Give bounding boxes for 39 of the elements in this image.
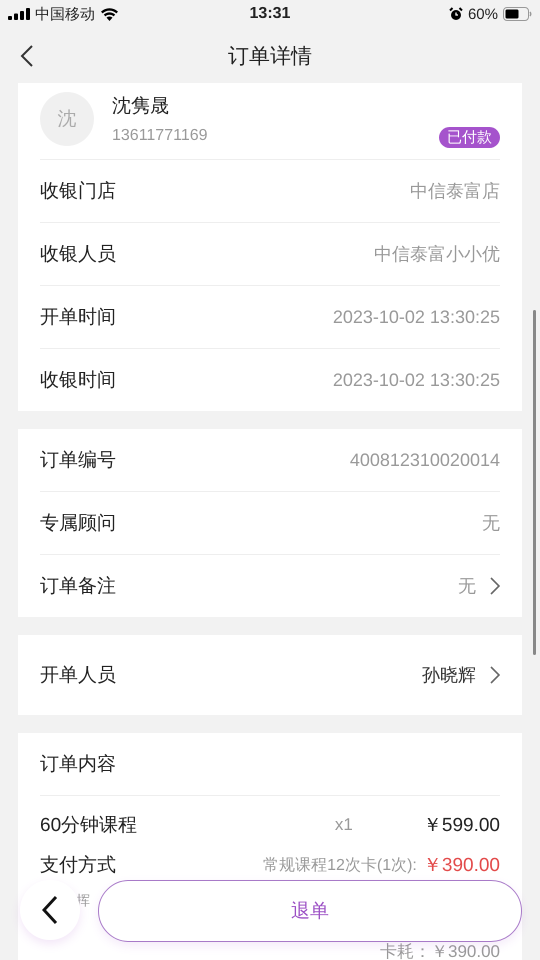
page-title: 订单详情 (228, 44, 312, 70)
avatar: 沈 (40, 92, 94, 146)
wifi-icon (100, 7, 119, 21)
payment-method: 常规课程12次卡(1次): (263, 856, 417, 876)
row-value: 无 (458, 575, 476, 598)
carrier-name: 中国移动 (35, 4, 95, 24)
back-icon (42, 895, 58, 925)
row-value: 400812310020014 (350, 450, 500, 470)
alarm-icon (448, 7, 463, 21)
customer-phone: 13611771169 (112, 127, 209, 145)
row-value: 中信泰富小小优 (374, 243, 500, 266)
row-label: 订单编号 (40, 449, 116, 473)
row-value: 无 (482, 512, 500, 535)
row-label: 开单人员 (40, 664, 116, 688)
customer-name: 沈隽晟 (112, 95, 170, 119)
row-label: 收银门店 (40, 180, 116, 204)
signal-icon (8, 8, 30, 20)
battery-percent: 60% (468, 6, 498, 22)
row-label: 收银人员 (40, 243, 116, 267)
status-badge: 已付款 (439, 126, 500, 148)
payment-amount: ￥390.00 (422, 854, 500, 878)
status-time: 13:31 (248, 5, 292, 23)
item-quantity: x1 (334, 815, 353, 835)
row-value: 2023-10-02 13:30:25 (332, 306, 500, 328)
item-price: ￥599.00 (422, 814, 500, 838)
row-label: 收银时间 (40, 369, 116, 393)
back-icon[interactable] (20, 44, 34, 68)
row-label: 专属顾问 (40, 512, 116, 536)
row-value: 中信泰富店 (410, 180, 500, 203)
section-title: 订单内容 (40, 753, 116, 777)
payment-label: 支付方式 (40, 854, 116, 878)
battery-icon (503, 7, 532, 21)
refund-button[interactable]: 退单 (98, 880, 522, 942)
row-label: 订单备注 (40, 575, 116, 599)
item-name: 60分钟课程 (40, 814, 138, 838)
row-value: 孙晓辉 (422, 664, 476, 687)
card-cost: 卡耗：￥390.00 (380, 941, 500, 960)
row-label: 开单时间 (40, 306, 116, 330)
row-value: 2023-10-02 13:30:25 (332, 370, 500, 390)
